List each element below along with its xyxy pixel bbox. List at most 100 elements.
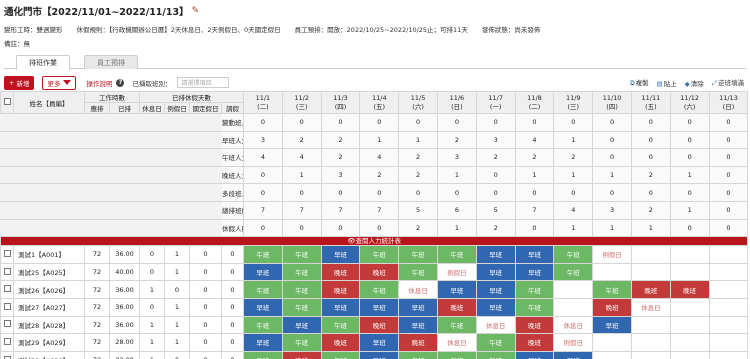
shift-cell[interactable]	[630, 262, 671, 282]
shift-cell[interactable]: 晚班	[359, 315, 400, 335]
shift-cell[interactable]: 早班	[553, 350, 594, 359]
shift-cell[interactable]: 午班	[281, 262, 322, 282]
shift-cell[interactable]: 早班	[436, 280, 477, 299]
row-checkbox[interactable]	[3, 355, 11, 359]
shift-cell[interactable]	[708, 315, 749, 335]
shift-cell[interactable]: 午班	[281, 297, 322, 317]
row-select-cell[interactable]	[0, 280, 14, 299]
shift-cell[interactable]	[708, 350, 749, 359]
row-select-cell[interactable]	[0, 262, 14, 282]
row-select-cell[interactable]	[0, 315, 14, 335]
shift-cell[interactable]: 午班	[359, 245, 400, 264]
shift-cell[interactable]	[592, 350, 632, 359]
shift-cell[interactable]: 早班	[592, 315, 632, 335]
shift-cell[interactable]: 例假日	[553, 333, 594, 352]
row-checkbox[interactable]	[3, 285, 11, 293]
shift-cell[interactable]: 晚班	[359, 262, 400, 282]
shift-cell[interactable]: 晚班	[320, 262, 361, 282]
shift-cell[interactable]	[669, 297, 710, 317]
shift-cell[interactable]	[553, 280, 594, 299]
employee-name[interactable]: 測試26【A026】	[13, 280, 85, 299]
shift-cell[interactable]: 午班	[398, 262, 438, 282]
shift-cell[interactable]	[669, 245, 710, 264]
row-select-cell[interactable]	[0, 245, 14, 264]
shift-cell[interactable]: 休息日	[553, 315, 594, 335]
shift-cell[interactable]: 例假日	[436, 262, 477, 282]
shift-cell[interactable]: 午班	[475, 333, 516, 352]
copy-tool[interactable]: ⧉複製	[630, 77, 649, 88]
shift-cell[interactable]	[669, 350, 710, 359]
shift-cell[interactable]: 休息日	[630, 297, 671, 317]
shift-cell[interactable]: 早班	[320, 245, 361, 264]
shift-cell[interactable]: 早班	[243, 262, 283, 282]
shift-select[interactable]: 請選擇項目	[177, 77, 230, 88]
employee-name[interactable]: 測試27【A027】	[13, 297, 85, 317]
shift-cell[interactable]	[630, 350, 671, 359]
shift-cell[interactable]	[592, 333, 632, 352]
shift-cell[interactable]	[708, 245, 749, 264]
shift-cell[interactable]: 午班	[320, 350, 361, 359]
shift-cell[interactable]: 午班	[436, 350, 477, 359]
employee-name[interactable]: 測試28【A028】	[13, 315, 85, 335]
shift-cell[interactable]: 午班	[514, 297, 555, 317]
shift-cell[interactable]: 早班	[475, 262, 516, 282]
shift-cell[interactable]: 午班	[320, 315, 361, 335]
select-all-cell[interactable]	[0, 91, 14, 114]
shift-cell[interactable]: 午班	[398, 245, 438, 264]
shift-cell[interactable]	[630, 333, 671, 352]
shift-cell[interactable]: 早班	[475, 245, 516, 264]
shift-cell[interactable]	[592, 262, 632, 282]
edit-pencil-icon[interactable]: ✎	[192, 6, 200, 16]
shift-cell[interactable]	[708, 280, 749, 299]
shift-cell[interactable]: 午班	[475, 350, 516, 359]
shift-cell[interactable]: 午班	[281, 280, 322, 299]
new-button[interactable]: + 新增	[4, 75, 35, 90]
shift-cell[interactable]	[708, 297, 749, 317]
shift-cell[interactable]: 早班	[514, 262, 555, 282]
shift-cell[interactable]: 早班	[359, 297, 400, 317]
paste-tool[interactable]: ▤貼上	[657, 78, 677, 88]
shift-cell[interactable]: 早班	[359, 333, 400, 352]
row-checkbox[interactable]	[3, 320, 11, 328]
shift-cell[interactable]	[708, 333, 749, 352]
row-select-cell[interactable]	[0, 350, 14, 359]
shift-cell[interactable]: 晚班	[281, 350, 322, 359]
shift-cell[interactable]: 午班	[281, 333, 322, 352]
shift-cell[interactable]: 晚班	[592, 297, 632, 317]
shift-cell[interactable]: 早班	[475, 280, 516, 299]
row-select-cell[interactable]	[0, 297, 14, 317]
employee-name[interactable]: 測試29【A029】	[13, 333, 85, 352]
shift-cell[interactable]: 早班	[320, 297, 361, 317]
shift-cell[interactable]: 午班	[359, 280, 400, 299]
shift-cell[interactable]: 早班	[281, 315, 322, 335]
shift-cell[interactable]: 晚班	[514, 333, 555, 352]
shift-cell[interactable]: 午班	[436, 245, 477, 264]
shift-cell[interactable]: 午班	[243, 280, 283, 299]
reverse-fill-tool[interactable]: ⤢逆班填滿	[712, 77, 744, 88]
shift-cell[interactable]: 早班	[398, 315, 438, 335]
more-button[interactable]: 更多	[42, 75, 77, 90]
clear-tool[interactable]: ◆清除	[685, 78, 704, 88]
shift-cell[interactable]	[630, 245, 671, 264]
shift-cell[interactable]: 午班	[398, 350, 438, 359]
shift-cell[interactable]: 早班	[514, 245, 555, 264]
row-checkbox[interactable]	[3, 249, 11, 257]
shift-cell[interactable]: 晚班	[514, 315, 555, 335]
shift-cell[interactable]: 晚班	[630, 280, 671, 299]
shift-cell[interactable]: 早班	[475, 297, 516, 317]
shift-cell[interactable]: 晚班	[436, 297, 477, 317]
shift-cell[interactable]	[669, 315, 710, 335]
shift-cell[interactable]	[553, 297, 594, 317]
shift-cell[interactable]: 晚班	[398, 333, 438, 352]
shift-cell[interactable]: 晚班	[320, 280, 361, 299]
shift-cell[interactable]: 午班	[592, 280, 632, 299]
shift-cell[interactable]: 午班	[243, 315, 283, 335]
shift-cell[interactable]: 早班	[359, 350, 400, 359]
shift-cell[interactable]: 午班	[281, 245, 322, 264]
shift-cell[interactable]: 早班	[514, 350, 555, 359]
shift-cell[interactable]	[669, 262, 710, 282]
shift-cell[interactable]: 晚班	[669, 280, 710, 299]
tab-employee-preschedule[interactable]: 員工預排	[84, 55, 138, 69]
row-select-cell[interactable]	[0, 333, 14, 352]
row-checkbox[interactable]	[3, 267, 11, 275]
